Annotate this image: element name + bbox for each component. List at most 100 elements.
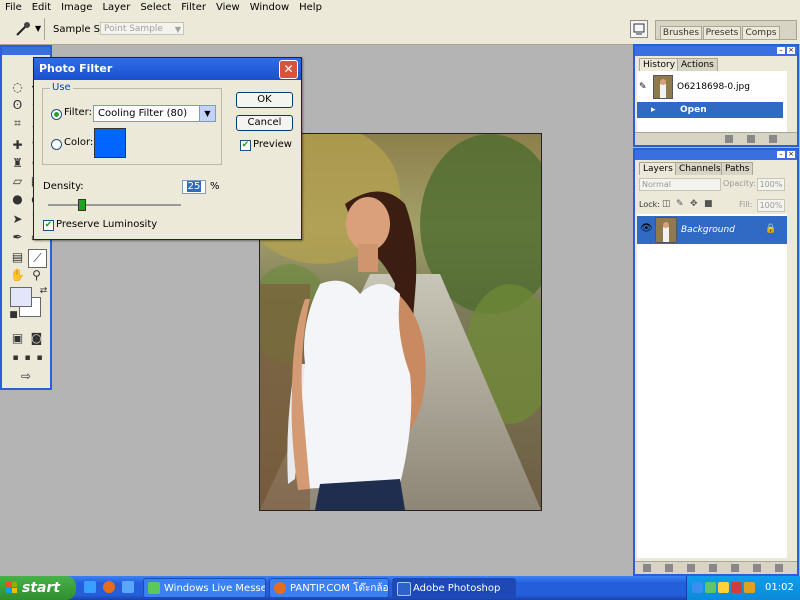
menu-help[interactable]: Help	[294, 2, 327, 13]
menu-window[interactable]: Window	[245, 2, 294, 13]
notes-tool-icon[interactable]: ▤	[9, 249, 26, 266]
density-slider-thumb[interactable]	[78, 199, 87, 211]
sample-size-select[interactable]: Point Sample ▼	[100, 22, 184, 35]
blur-tool-icon[interactable]: ●	[9, 191, 26, 208]
menu-select[interactable]: Select	[135, 2, 176, 13]
quicklaunch-ie-icon[interactable]	[84, 581, 96, 593]
ok-button[interactable]: OK	[236, 92, 293, 108]
eyedropper-icon[interactable]	[14, 20, 32, 38]
blend-mode-select[interactable]: Normal	[639, 178, 721, 191]
density-input[interactable]: 25	[182, 180, 206, 194]
tab-actions[interactable]: Actions	[677, 58, 718, 71]
tab-presets[interactable]: Presets	[703, 26, 741, 39]
security-icon[interactable]	[718, 582, 729, 593]
use-group-label: Use	[50, 82, 73, 93]
minimize-icon[interactable]: –	[777, 151, 785, 158]
history-snapshot-thumbnail[interactable]	[653, 75, 673, 99]
adjustment-layer-icon[interactable]	[709, 564, 717, 572]
antivirus-icon[interactable]	[731, 582, 742, 593]
cancel-button[interactable]: Cancel	[236, 115, 293, 131]
opacity-input[interactable]: 100%	[757, 178, 785, 191]
link-icon[interactable]	[643, 564, 651, 572]
history-step-row[interactable]: ▸ Open	[637, 102, 783, 118]
color-swatch[interactable]	[94, 128, 126, 158]
close-icon[interactable]: ×	[787, 151, 795, 158]
hand-tool-icon[interactable]: ✋	[9, 267, 26, 284]
preview-checkbox[interactable]: ✔	[240, 140, 251, 151]
system-tray: 01:02	[686, 576, 800, 600]
color-radio[interactable]	[51, 139, 62, 150]
menu-view[interactable]: View	[211, 2, 245, 13]
zoom-tool-icon[interactable]: ⚲	[28, 267, 45, 284]
menu-filter[interactable]: Filter	[176, 2, 211, 13]
tab-brushes[interactable]: Brushes	[660, 26, 702, 39]
preserve-luminosity-checkbox[interactable]: ✔	[43, 220, 54, 231]
eyedropper-tool-icon[interactable]: ⟋	[28, 249, 47, 268]
tool-preset-caret-icon[interactable]: ▼	[35, 24, 41, 33]
trash-icon[interactable]	[769, 135, 777, 143]
task-label: Adobe Photoshop	[413, 583, 501, 594]
standard-mode-icon[interactable]: ▣	[9, 330, 26, 347]
lock-pixels-icon[interactable]: ◫	[662, 199, 671, 209]
quicklaunch-firefox-icon[interactable]	[103, 581, 115, 593]
lock-move-icon[interactable]: ✥	[690, 199, 698, 209]
lock-icon: 🔒	[765, 224, 777, 234]
start-button[interactable]: start	[0, 576, 76, 600]
minimize-icon[interactable]: –	[777, 47, 785, 54]
pen-tool-icon[interactable]: ✒	[9, 229, 26, 246]
tab-paths[interactable]: Paths	[721, 162, 754, 175]
density-slider-track[interactable]	[48, 204, 181, 206]
screen-mode-full-icon[interactable]: ▪	[31, 350, 48, 367]
trash-icon[interactable]	[775, 564, 783, 572]
color-label: Color:	[64, 137, 94, 148]
crop-tool-icon[interactable]: ⌗	[9, 115, 26, 132]
palette-toggle-icon[interactable]	[630, 20, 648, 38]
task-windows-live-messenger[interactable]: Windows Live Messen...	[143, 578, 266, 598]
history-step-label: Open	[680, 105, 707, 115]
new-layer-icon[interactable]	[753, 564, 761, 572]
filter-select[interactable]: Cooling Filter (80) ▼	[93, 105, 216, 122]
task-pantip[interactable]: PANTIP.COM โต๊ะกล้อ...	[269, 578, 389, 598]
marquee-tool-icon[interactable]: ◌	[9, 79, 26, 96]
lock-all-icon[interactable]: ■	[704, 199, 713, 209]
photoshop-icon	[397, 582, 411, 596]
lock-label: Lock:	[639, 200, 660, 209]
eye-visibility-icon[interactable]: 👁	[640, 223, 653, 234]
new-document-icon[interactable]	[725, 135, 733, 143]
menu-layer[interactable]: Layer	[97, 2, 135, 13]
quicklaunch-show-desktop-icon[interactable]	[122, 581, 134, 593]
clone-stamp-icon[interactable]: ♜	[9, 155, 26, 172]
default-colors-icon[interactable]: ■	[5, 307, 22, 324]
network-icon[interactable]	[692, 582, 703, 593]
windows-logo-icon	[6, 582, 17, 593]
snapshot-icon[interactable]	[747, 135, 755, 143]
volume-icon[interactable]	[744, 582, 755, 593]
foreground-color-swatch[interactable]	[10, 287, 32, 307]
jump-to-imageready-icon[interactable]: ⇨	[9, 368, 43, 385]
eraser-tool-icon[interactable]: ▱	[9, 173, 26, 190]
close-icon[interactable]: ×	[787, 47, 795, 54]
tab-layers[interactable]: Layers	[639, 162, 677, 175]
messenger-tray-icon[interactable]	[705, 582, 716, 593]
path-selection-icon[interactable]: ➤	[9, 211, 26, 228]
lock-brush-icon[interactable]: ✎	[676, 199, 684, 209]
fill-input[interactable]: 100%	[757, 199, 785, 212]
tab-history[interactable]: History	[639, 58, 680, 71]
tab-comps[interactable]: Comps	[742, 26, 780, 39]
menu-edit[interactable]: Edit	[27, 2, 56, 13]
history-brush-source-icon[interactable]: ✎	[639, 82, 647, 92]
filter-radio[interactable]	[51, 109, 62, 120]
layer-mask-icon[interactable]	[687, 564, 695, 572]
tab-channels[interactable]: Channels	[675, 162, 725, 175]
healing-brush-icon[interactable]: ✚	[9, 137, 26, 154]
menu-file[interactable]: File	[0, 2, 27, 13]
layer-style-icon[interactable]	[665, 564, 673, 572]
task-adobe-photoshop[interactable]: Adobe Photoshop	[392, 578, 516, 598]
menu-image[interactable]: Image	[56, 2, 97, 13]
swap-colors-icon[interactable]: ⇄	[35, 283, 52, 300]
chevron-down-icon: ▼	[199, 106, 215, 121]
quick-mask-icon[interactable]: ◙	[28, 330, 45, 347]
lasso-tool-icon[interactable]: ʘ	[9, 97, 26, 114]
close-icon[interactable]: ✕	[279, 60, 298, 79]
new-group-icon[interactable]	[731, 564, 739, 572]
